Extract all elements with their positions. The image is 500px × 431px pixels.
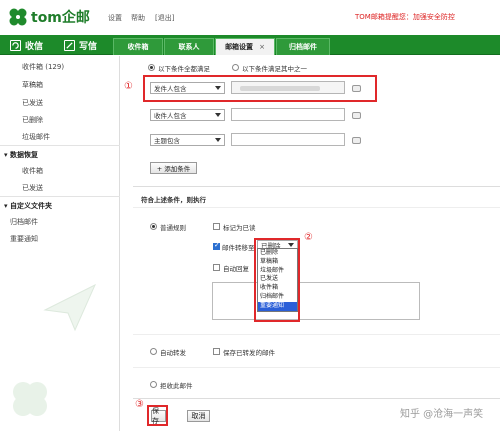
custom-folders-title[interactable]: ▾ 自定义文件夹 bbox=[4, 201, 52, 211]
tab-archive[interactable]: 归档邮件 bbox=[276, 38, 330, 55]
remove-condition-button[interactable] bbox=[352, 137, 361, 144]
chevron-down-icon bbox=[215, 138, 221, 142]
sidebar-item-inbox[interactable]: 收件箱 (129) bbox=[22, 62, 64, 72]
chevron-down-icon bbox=[215, 86, 221, 90]
mark-read-checkbox[interactable] bbox=[213, 222, 220, 230]
move-to-label: 邮件转移至 bbox=[222, 244, 255, 252]
compose-icon bbox=[64, 40, 75, 51]
match-all-radio[interactable] bbox=[148, 63, 155, 71]
logout-link[interactable]: [退出] bbox=[155, 13, 174, 23]
watermark: 知乎 @沧海一声笑 bbox=[400, 409, 484, 420]
match-any-label: 以下条件满足其中之一 bbox=[242, 65, 307, 73]
annotation-marker-1: ① bbox=[124, 81, 133, 92]
auto-reply-label: 自动回复 bbox=[223, 265, 249, 273]
sidebar-item-deleted[interactable]: 已删除 bbox=[22, 115, 43, 125]
paper-plane-icon bbox=[43, 283, 97, 332]
tab-contacts[interactable]: 联系人 bbox=[164, 38, 214, 55]
brand-name: tom企邮 bbox=[31, 10, 90, 26]
compose-button[interactable]: 写信 bbox=[64, 38, 97, 53]
match-all-label: 以下条件全都满足 bbox=[158, 65, 210, 73]
auto-forward-radio[interactable] bbox=[150, 347, 157, 355]
reject-radio[interactable] bbox=[150, 380, 157, 388]
auto-reply-checkbox[interactable] bbox=[213, 263, 220, 271]
cancel-button[interactable]: 取消 bbox=[187, 410, 210, 422]
settings-link[interactable]: 设置 bbox=[108, 13, 122, 23]
annotation-marker-3: ③ bbox=[135, 399, 144, 410]
section-divider bbox=[133, 186, 500, 187]
sidebar-item-important[interactable]: 重要通知 bbox=[10, 234, 38, 244]
top-bar: tom企邮 设置 帮助 [退出] TOM邮箱提醒您：加强安全防控 bbox=[0, 0, 500, 35]
condition-value-input[interactable] bbox=[231, 108, 345, 121]
help-link[interactable]: 帮助 bbox=[131, 13, 145, 23]
clover-decoration-icon bbox=[13, 382, 47, 416]
condition-field-select[interactable]: 发件人包含 bbox=[150, 82, 225, 94]
section-divider bbox=[133, 398, 500, 399]
sidebar-item-archive[interactable]: 归档邮件 bbox=[10, 217, 38, 227]
tab-mail-settings[interactable]: 邮箱设置 × bbox=[215, 38, 275, 55]
auto-forward-label: 自动转发 bbox=[160, 349, 186, 357]
add-condition-button[interactable]: + 添加条件 bbox=[150, 162, 197, 174]
sidebar-item-recovery-inbox[interactable]: 收件箱 bbox=[22, 166, 43, 176]
compose-label: 写信 bbox=[79, 42, 98, 52]
sidebar-item-spam[interactable]: 垃圾邮件 bbox=[22, 132, 50, 142]
section-divider bbox=[133, 367, 500, 368]
save-button[interactable]: 保存 bbox=[151, 407, 166, 425]
sidebar-divider bbox=[0, 145, 120, 146]
annotation-marker-2: ② bbox=[304, 232, 313, 243]
sidebar-item-recovery-sent[interactable]: 已发送 bbox=[22, 183, 43, 193]
refresh-icon bbox=[10, 40, 21, 51]
sidebar-divider bbox=[0, 196, 120, 197]
keep-forwarded-label: 保存已转发的邮件 bbox=[223, 349, 275, 357]
condition-value-input[interactable] bbox=[231, 81, 345, 94]
action-section-title: 符合上述条件，则执行 bbox=[141, 196, 206, 204]
logo: tom企邮 bbox=[8, 7, 90, 27]
condition-field-select[interactable]: 收件人包含 bbox=[150, 109, 225, 121]
annotation-dropdown-box bbox=[254, 238, 300, 322]
sidebar-item-drafts[interactable]: 草稿箱 bbox=[22, 80, 43, 90]
match-any-radio[interactable] bbox=[232, 63, 239, 71]
tab-inbox[interactable]: 收件箱 bbox=[113, 38, 163, 55]
keep-forwarded-checkbox[interactable] bbox=[213, 347, 220, 355]
inbox-button[interactable]: 收信 bbox=[10, 38, 43, 53]
normal-rule-label: 普通规则 bbox=[160, 224, 186, 232]
inbox-label: 收信 bbox=[25, 42, 44, 52]
section-divider bbox=[133, 207, 500, 208]
sidebar-item-sent[interactable]: 已发送 bbox=[22, 98, 43, 108]
recovery-section-title[interactable]: ▾ 数据恢复 bbox=[4, 150, 38, 160]
mark-read-label: 标记为已读 bbox=[223, 224, 256, 232]
condition-value-input[interactable] bbox=[231, 133, 345, 146]
reject-label: 拒收此邮件 bbox=[160, 382, 193, 390]
close-tab-icon[interactable]: × bbox=[259, 43, 265, 51]
normal-rule-radio[interactable] bbox=[150, 222, 157, 230]
clover-logo-icon bbox=[9, 8, 27, 26]
chevron-down-icon bbox=[215, 113, 221, 117]
move-to-checkbox[interactable] bbox=[213, 241, 220, 250]
auto-reply-textarea[interactable] bbox=[212, 282, 420, 320]
security-notice[interactable]: TOM邮箱提醒您：加强安全防控 bbox=[355, 12, 455, 22]
condition-field-select[interactable]: 主题包含 bbox=[150, 134, 225, 146]
remove-condition-button[interactable] bbox=[352, 85, 361, 92]
section-divider bbox=[133, 334, 500, 335]
remove-condition-button[interactable] bbox=[352, 112, 361, 119]
